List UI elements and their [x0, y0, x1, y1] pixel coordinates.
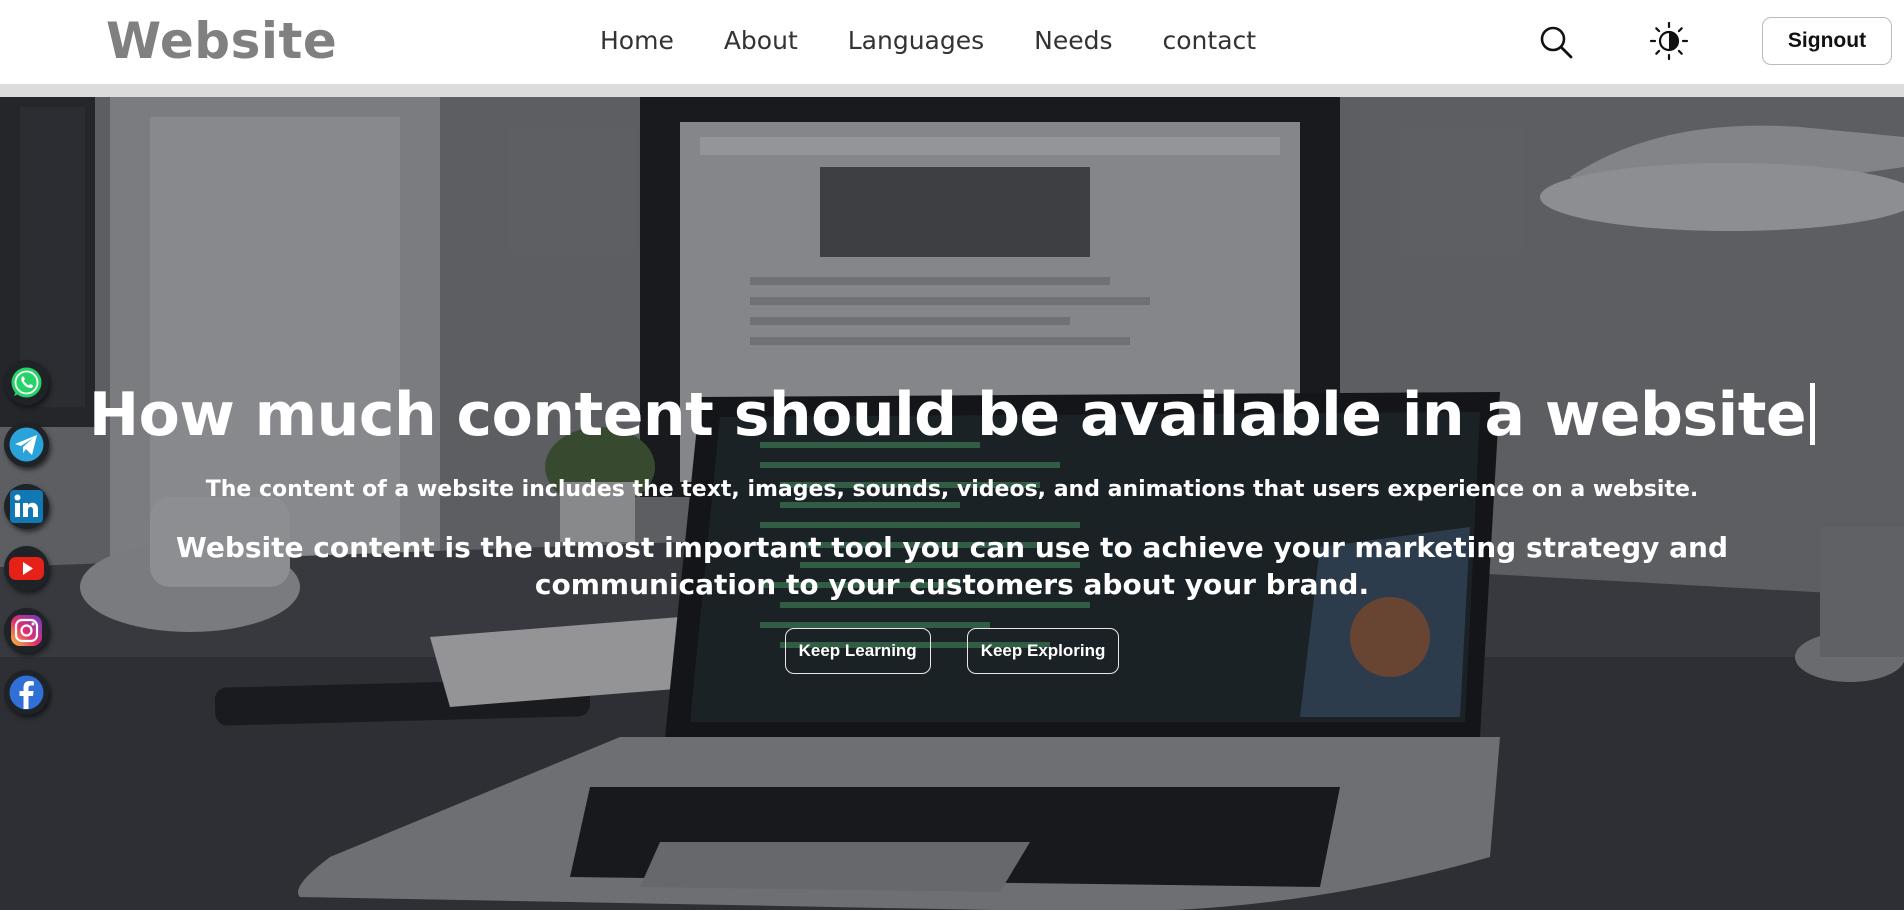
- nav-about[interactable]: About: [724, 24, 798, 58]
- search-icon[interactable]: [1538, 24, 1574, 60]
- hero-title: How much content should be available in …: [0, 380, 1904, 450]
- nav-contact[interactable]: contact: [1163, 24, 1257, 58]
- social-links: [4, 360, 50, 732]
- nav-home[interactable]: Home: [600, 24, 674, 58]
- hero-subtitle: The content of a website includes the te…: [205, 477, 1699, 502]
- linkedin-icon[interactable]: [4, 484, 49, 529]
- keep-exploring-button[interactable]: Keep Exploring: [966, 628, 1120, 674]
- keep-learning-button[interactable]: Keep Learning: [784, 628, 931, 674]
- nav-needs[interactable]: Needs: [1034, 24, 1112, 58]
- main-nav: Home About Languages Needs contact: [600, 24, 1306, 58]
- hero-description: Website content is the utmost important …: [175, 531, 1729, 601]
- typing-cursor: [1810, 383, 1816, 445]
- brand-logo[interactable]: Website: [106, 12, 337, 70]
- facebook-icon[interactable]: [4, 670, 49, 715]
- header-divider: [0, 84, 1904, 97]
- nav-languages[interactable]: Languages: [848, 24, 984, 58]
- youtube-icon[interactable]: [4, 546, 49, 591]
- telegram-icon[interactable]: [4, 422, 49, 467]
- whatsapp-icon[interactable]: [4, 360, 49, 405]
- theme-toggle-icon[interactable]: [1648, 20, 1690, 62]
- hero-section: How much content should be available in …: [0, 97, 1904, 910]
- hero-title-text: How much content should be available in …: [88, 380, 1807, 450]
- signout-button[interactable]: Signout: [1762, 17, 1892, 65]
- hero-actions: Keep Learning Keep Exploring: [0, 628, 1904, 674]
- site-header: Website Home About Languages Needs conta…: [0, 0, 1904, 84]
- hero-dark-overlay: [0, 97, 1904, 910]
- instagram-icon[interactable]: [4, 608, 49, 653]
